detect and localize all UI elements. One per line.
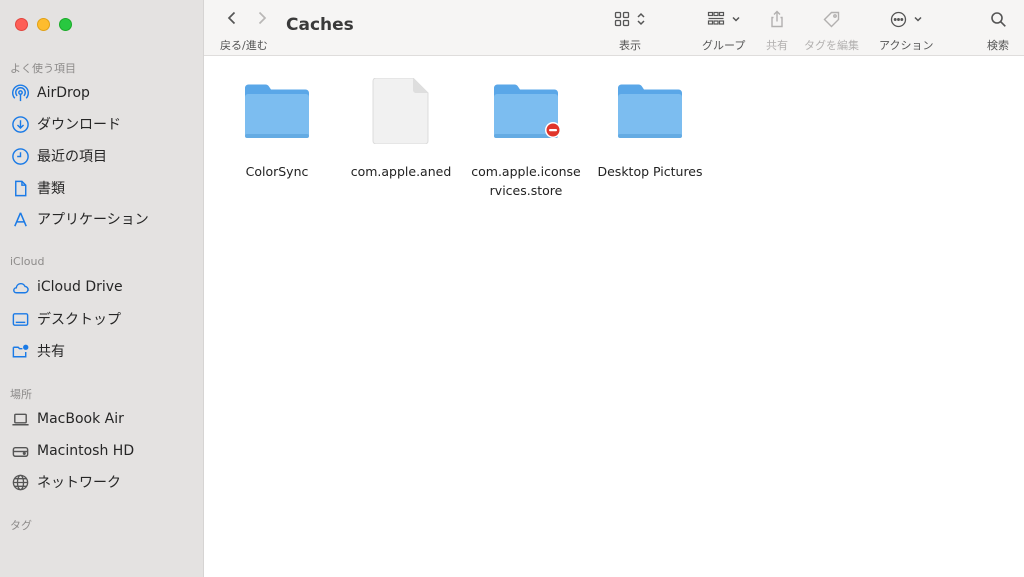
chevron-down-icon <box>914 16 922 22</box>
folder-icon <box>245 84 309 138</box>
sidebar-item-label: デスクトップ <box>37 312 121 328</box>
document-icon <box>15 180 27 196</box>
sidebar: よく使う項目 AirDrop ダウンロード 最近の項目 書類 アプリケーション … <box>0 0 204 577</box>
file-name-line: rvices.store <box>489 183 563 198</box>
action-button[interactable]: アクション <box>879 8 933 53</box>
share-button[interactable]: 共有 <box>766 8 788 53</box>
view-label: 表示 <box>619 39 641 52</box>
close-window-button[interactable] <box>15 18 28 31</box>
nav-label: 戻る/進む <box>220 39 268 52</box>
clock-icon <box>12 147 29 165</box>
restricted-badge-icon <box>545 122 561 138</box>
minimize-window-button[interactable] <box>37 18 50 31</box>
sidebar-item-label: ネットワーク <box>37 475 121 491</box>
file-item-com-apple-iconservices-store[interactable]: com.apple.iconse rvices.store <box>466 78 586 200</box>
window-title: Caches <box>286 15 354 35</box>
sidebar-item-label: 共有 <box>37 344 65 360</box>
sidebar-item-label: アプリケーション <box>37 212 149 228</box>
tags-section-label: タグ <box>10 519 32 532</box>
sidebar-item-macintosh-hd[interactable]: Macintosh HD <box>11 440 134 462</box>
share-icon <box>771 10 783 28</box>
file-name-line: ColorSync <box>245 164 309 179</box>
cloud-icon <box>13 282 29 293</box>
sidebar-item-downloads[interactable]: ダウンロード <box>11 113 121 135</box>
applications-icon <box>14 212 27 226</box>
file-item-desktop-pictures[interactable]: Desktop Pictures <box>590 78 710 181</box>
laptop-icon <box>12 413 29 425</box>
search-button[interactable]: 検索 <box>987 8 1009 53</box>
group-button[interactable]: グループ <box>702 8 745 53</box>
forward-arrow-icon[interactable] <box>254 9 270 27</box>
favorites-section-label: よく使う項目 <box>10 62 76 75</box>
file-name-line: com.apple.aned <box>350 164 452 179</box>
document-file-icon <box>372 78 429 144</box>
sidebar-item-label: iCloud Drive <box>37 279 123 295</box>
tag-icon <box>823 11 839 28</box>
ellipsis-circle-icon <box>890 11 906 27</box>
edit-tags-button[interactable]: タグを編集 <box>804 8 859 53</box>
sidebar-item-label: ダウンロード <box>37 117 121 133</box>
sidebar-item-label: MacBook Air <box>37 411 124 427</box>
group-icon <box>707 11 724 25</box>
sidebar-item-label: 最近の項目 <box>37 149 107 165</box>
sidebar-item-recents[interactable]: 最近の項目 <box>11 145 107 167</box>
grid-view-icon <box>614 11 630 27</box>
file-item-colorsync[interactable]: ColorSync <box>217 78 337 181</box>
toolbar: 戻る/進む Caches 表示 グループ 共有 タグを編集 アクション 検索 <box>204 0 1024 56</box>
view-button[interactable]: 表示 <box>614 8 646 53</box>
sidebar-item-macbook-air[interactable]: MacBook Air <box>11 408 124 430</box>
airdrop-icon <box>12 83 29 101</box>
sidebar-item-desktop[interactable]: デスクトップ <box>11 308 121 330</box>
sidebar-item-label: Macintosh HD <box>37 443 135 459</box>
disk-icon <box>12 446 29 457</box>
shared-folder-icon <box>12 344 29 357</box>
sidebar-item-label: AirDrop <box>37 85 90 101</box>
globe-icon <box>12 474 29 490</box>
search-label: 検索 <box>987 39 1009 52</box>
action-label: アクション <box>879 39 934 52</box>
download-icon <box>12 115 29 133</box>
window-controls <box>15 18 72 31</box>
sidebar-item-icloud-drive[interactable]: iCloud Drive <box>11 276 123 298</box>
sidebar-item-documents[interactable]: 書類 <box>11 177 65 199</box>
chevron-down-icon <box>732 16 740 22</box>
sidebar-item-label: 書類 <box>37 181 65 197</box>
folder-icon <box>618 84 682 138</box>
back-arrow-icon[interactable] <box>224 9 240 27</box>
file-name-line: Desktop Pictures <box>597 164 703 179</box>
icloud-section-label: iCloud <box>10 255 45 268</box>
file-item-com-apple-aned[interactable]: com.apple.aned <box>341 78 461 181</box>
edit-tags-label: タグを編集 <box>804 39 859 52</box>
locations-section-label: 場所 <box>10 388 32 401</box>
share-label: 共有 <box>766 39 788 52</box>
file-browser: ColorSync com.apple.aned com.apple.icons… <box>204 56 1024 577</box>
sidebar-item-airdrop[interactable]: AirDrop <box>11 82 90 104</box>
sidebar-item-applications[interactable]: アプリケーション <box>11 208 149 230</box>
search-icon <box>990 11 1006 27</box>
zoom-window-button[interactable] <box>59 18 72 31</box>
file-name-line: com.apple.iconse <box>471 164 581 179</box>
nav-arrows <box>224 9 270 27</box>
desktop-icon <box>12 312 29 326</box>
sidebar-item-network[interactable]: ネットワーク <box>11 471 121 493</box>
group-label: グループ <box>702 39 746 52</box>
chevron-updown-icon <box>637 12 645 26</box>
folder-icon <box>494 84 561 138</box>
sidebar-item-shared[interactable]: 共有 <box>11 340 65 362</box>
